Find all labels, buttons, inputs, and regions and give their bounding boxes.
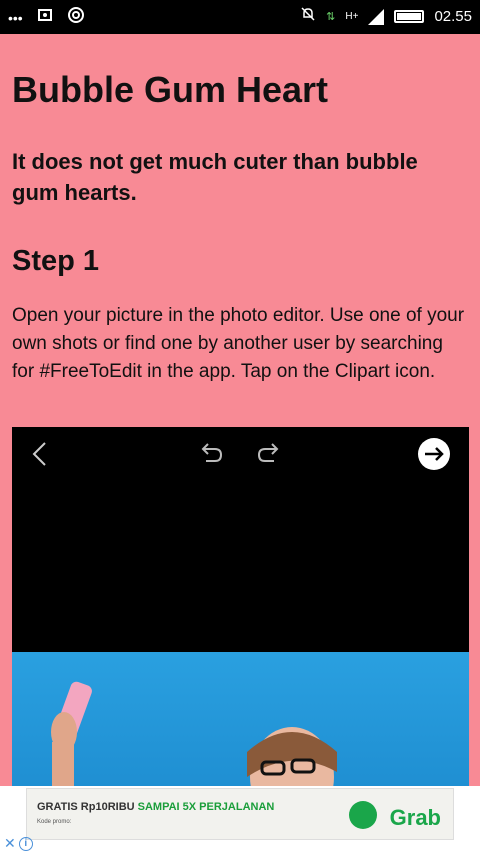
article-subtitle: It does not get much cuter than bubble g… (12, 149, 418, 205)
back-icon (30, 441, 50, 472)
data-icon: ⇅ (326, 10, 336, 23)
editor-toolbar (12, 427, 469, 652)
network-type: H+ (345, 10, 359, 22)
page-title: Bubble Gum Heart (12, 69, 329, 110)
grab-ad[interactable]: GRATIS Rp10RIBU SAMPAI 5X PERJALANAN Kod… (26, 788, 454, 840)
close-icon[interactable]: ✕ (4, 835, 16, 852)
ad-headline: GRATIS Rp10RIBU SAMPAI 5X PERJALANAN (37, 801, 275, 813)
clock: 02.55 (434, 7, 472, 25)
signal-icon (368, 8, 385, 25)
grab-pin-icon (349, 801, 377, 829)
battery-icon (394, 10, 425, 23)
wifi-icon (67, 6, 85, 29)
screenshot-icon (37, 7, 53, 28)
grab-logo: Grab (389, 805, 441, 830)
ad-promo-label: Kode promo: (37, 819, 72, 825)
dots-icon: ••• (8, 9, 23, 26)
next-icon (417, 437, 451, 476)
step-heading: Step 1 (12, 245, 100, 277)
info-icon[interactable]: i (18, 836, 33, 851)
step-description: Open your picture in the photo editor. U… (12, 305, 465, 382)
selfie-photo (12, 652, 469, 787)
mute-icon (300, 6, 316, 27)
undo-icon (198, 441, 224, 470)
ad-choices[interactable]: ✕ i (4, 835, 33, 852)
tutorial-image (12, 427, 469, 787)
article: Bubble Gum Heart It does not get much cu… (12, 34, 468, 386)
status-bar: ••• ⇅ H+ 02.55 (0, 0, 480, 34)
redo-icon (256, 441, 282, 470)
ad-banner[interactable]: GRATIS Rp10RIBU SAMPAI 5X PERJALANAN Kod… (0, 786, 480, 854)
